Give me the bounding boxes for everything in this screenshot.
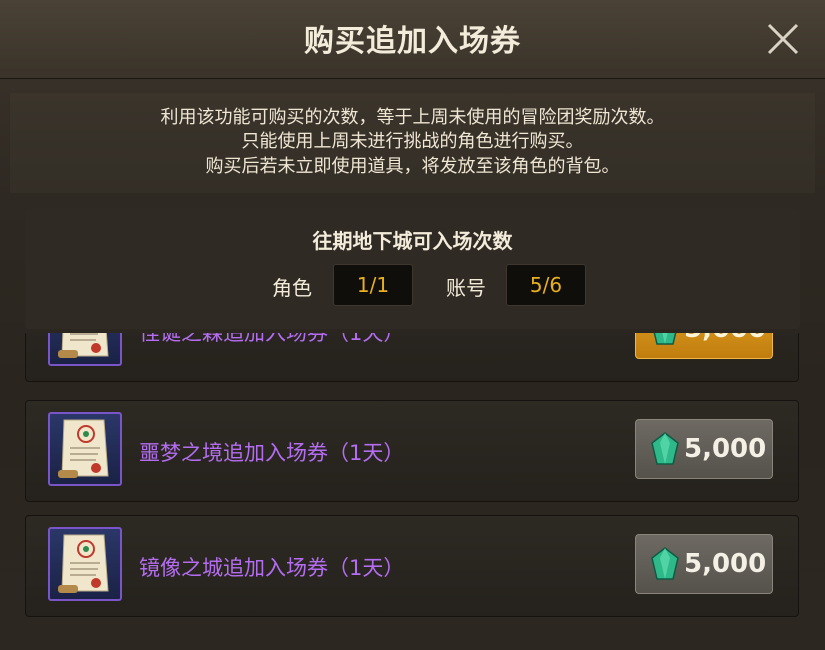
gem-icon [651, 432, 679, 465]
notice-line: 只能使用上周未进行挑战的角色进行购买。 [241, 131, 584, 152]
gem-icon [653, 333, 677, 345]
dialog-title: 购买追加入场券 [304, 24, 521, 59]
notice-line: 购买后若未立即使用道具，将发放至该角色的背包。 [205, 156, 620, 177]
close-icon [767, 23, 799, 55]
ticket-name: 怪诞之森追加入场券（1天） [139, 333, 405, 345]
buy-button[interactable]: 5,000 [635, 534, 773, 594]
entry-count-title: 往期地下城可入场次数 [312, 229, 513, 253]
price-value: 5,000 [684, 549, 767, 579]
price-value: 5,000 [684, 434, 767, 464]
entry-count-panel: 往期地下城可入场次数 角色 1/1 账号 5/6 [25, 209, 800, 329]
character-label: 角色 [272, 276, 312, 300]
account-label: 账号 [446, 276, 486, 300]
ticket-row[interactable]: 怪诞之森追加入场券（1天） 5,000 [25, 333, 799, 382]
ticket-name: 镜像之城追加入场券（1天） [139, 556, 405, 580]
account-count-value: 5/6 [506, 264, 586, 306]
ticket-row[interactable]: 镜像之城追加入场券（1天） 5,000 [25, 515, 799, 617]
ticket-list[interactable]: 怪诞之森追加入场券（1天） 5,000 [25, 333, 800, 650]
buy-button[interactable]: 5,000 [635, 333, 773, 359]
notice-panel: 利用该功能可购买的次数，等于上周未使用的冒险团奖励次数。 只能使用上周未进行挑战… [10, 93, 815, 193]
buy-button[interactable]: 5,000 [635, 419, 773, 479]
ticket-scroll-icon [48, 333, 122, 366]
gem-icon [651, 547, 679, 580]
character-count-value: 1/1 [333, 264, 413, 306]
dialog-titlebar: 购买追加入场券 [0, 0, 825, 79]
price-value: 5,000 [684, 333, 766, 344]
ticket-row[interactable]: 噩梦之境追加入场券（1天） 5,000 [25, 400, 799, 502]
ticket-scroll-icon [48, 527, 122, 601]
close-button[interactable] [762, 18, 804, 60]
ticket-name: 噩梦之境追加入场券（1天） [139, 441, 405, 465]
ticket-scroll-icon [48, 412, 122, 486]
purchase-dialog: 购买追加入场券 利用该功能可购买的次数，等于上周未使用的冒险团奖励次数。 只能使… [0, 0, 825, 650]
notice-line: 利用该功能可购买的次数，等于上周未使用的冒险团奖励次数。 [160, 107, 665, 128]
